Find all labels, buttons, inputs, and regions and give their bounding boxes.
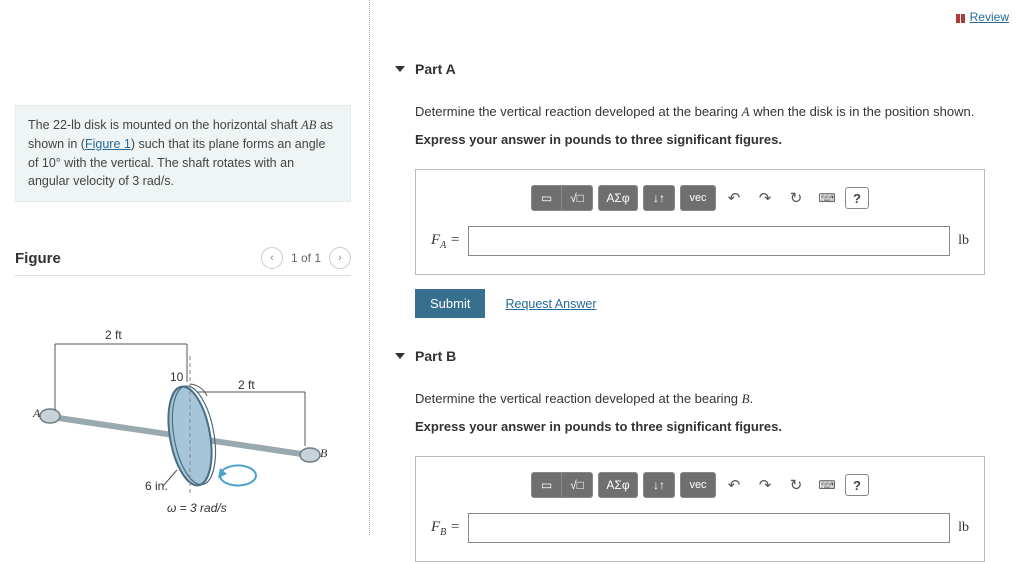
answer-a-input[interactable] <box>468 226 950 256</box>
tb-subscript-icon-b[interactable]: ↓↑ <box>644 473 674 497</box>
tb-keyboard-icon[interactable]: ⌨ <box>814 186 840 210</box>
answer-b-input[interactable] <box>468 513 950 543</box>
answer-a-label: FA = <box>431 232 460 251</box>
figure-diagram: 2 ft 2 ft 10 A B 6 in. ω = 3 rad/s <box>15 296 351 521</box>
part-a-instruction: Express your answer in pounds to three s… <box>415 130 1009 150</box>
label-len-right: 2 ft <box>238 378 255 392</box>
tb-sqrt-icon[interactable]: √□ <box>562 186 592 210</box>
figure-count: 1 of 1 <box>283 251 329 265</box>
answer-b-unit: lb <box>958 520 969 536</box>
tb-help-icon[interactable]: ? <box>845 187 869 209</box>
tb-subscript-icon[interactable]: ↓↑ <box>644 186 674 210</box>
tb-reset-icon-b[interactable]: ↻ <box>783 473 809 497</box>
figure-link[interactable]: Figure 1 <box>85 137 131 151</box>
prompt-a-var: A <box>742 104 750 119</box>
unit-rads: rad/s <box>143 174 171 188</box>
answer-box-b: ▭ √□ ΑΣφ ↓↑ vec ↶ ↷ ↻ ⌨ ? FB = lb <box>415 456 985 562</box>
problem-text-1: The 22- <box>28 118 71 132</box>
tb-vec-icon-b[interactable]: vec <box>681 473 715 497</box>
problem-statement: The 22-lb disk is mounted on the horizon… <box>15 105 351 202</box>
prompt-a-1: Determine the vertical reaction develope… <box>415 104 742 119</box>
tb-keyboard-icon-b[interactable]: ⌨ <box>814 473 840 497</box>
toolbar-b: ▭ √□ ΑΣφ ↓↑ vec ↶ ↷ ↻ ⌨ ? <box>431 472 969 498</box>
tb-sqrt-icon-b[interactable]: √□ <box>562 473 592 497</box>
figure-next-button[interactable]: › <box>329 247 351 269</box>
request-answer-a-link[interactable]: Request Answer <box>505 297 596 311</box>
label-B: B <box>320 446 327 461</box>
left-pane: The 22-lb disk is mounted on the horizon… <box>0 0 370 535</box>
review-text: Review <box>970 10 1009 24</box>
problem-text-5: . <box>170 174 173 188</box>
prompt-b-2: . <box>750 391 754 406</box>
collapse-icon-b[interactable] <box>395 353 405 359</box>
figure-header: Figure ‹ 1 of 1 › <box>15 247 351 269</box>
tb-greek-icon-b[interactable]: ΑΣφ <box>599 473 637 497</box>
collapse-icon[interactable] <box>395 66 405 72</box>
figure-title: Figure <box>15 250 261 267</box>
submit-a-button[interactable]: Submit <box>415 289 485 318</box>
prompt-b-1: Determine the vertical reaction develope… <box>415 391 742 406</box>
tb-greek-icon[interactable]: ΑΣφ <box>599 186 637 210</box>
label-radius: 6 in. <box>145 479 168 493</box>
part-a-prompt: Determine the vertical reaction develope… <box>415 102 1009 149</box>
prompt-b-var: B <box>742 391 750 406</box>
figure-prev-button[interactable]: ‹ <box>261 247 283 269</box>
tb-template-icon-b[interactable]: ▭ <box>532 473 562 497</box>
part-a-title: Part A <box>415 61 456 77</box>
tb-undo-icon[interactable]: ↶ <box>721 186 747 210</box>
tb-redo-icon[interactable]: ↷ <box>752 186 778 210</box>
review-link[interactable]: Review <box>954 10 1009 24</box>
prompt-a-2: when the disk is in the position shown. <box>750 104 975 119</box>
tb-reset-icon[interactable]: ↻ <box>783 186 809 210</box>
unit-lb: lb <box>71 118 81 132</box>
tb-vec-icon[interactable]: vec <box>681 186 715 210</box>
problem-text-2: disk is mounted on the horizontal shaft <box>81 118 301 132</box>
tb-template-icon[interactable]: ▭ <box>532 186 562 210</box>
tb-undo-icon-b[interactable]: ↶ <box>721 473 747 497</box>
part-b-instruction: Express your answer in pounds to three s… <box>415 417 1009 437</box>
label-omega: ω = 3 rad/s <box>167 501 227 515</box>
label-len-left: 2 ft <box>105 328 122 342</box>
part-b-title: Part B <box>415 348 456 364</box>
shaft-label: AB <box>301 118 316 132</box>
tb-redo-icon-b[interactable]: ↷ <box>752 473 778 497</box>
part-b-prompt: Determine the vertical reaction develope… <box>415 389 1009 436</box>
answer-a-unit: lb <box>958 233 969 249</box>
review-icon <box>954 12 966 22</box>
toolbar-a: ▭ √□ ΑΣφ ↓↑ vec ↶ ↷ ↻ ⌨ ? <box>431 185 969 211</box>
right-pane: Review Part A Determine the vertical rea… <box>370 0 1024 535</box>
tb-help-icon-b[interactable]: ? <box>845 474 869 496</box>
label-angle: 10 <box>170 370 183 384</box>
answer-box-a: ▭ √□ ΑΣφ ↓↑ vec ↶ ↷ ↻ ⌨ ? FA = lb <box>415 169 985 275</box>
label-A: A <box>33 406 40 421</box>
